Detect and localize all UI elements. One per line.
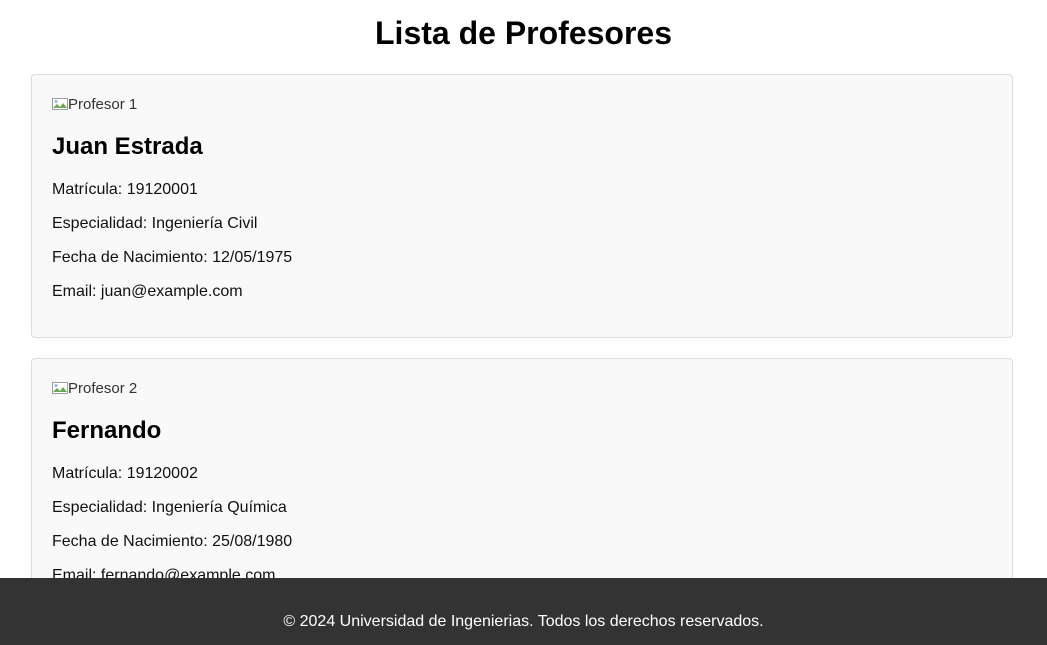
teacher-photo-alt: Profesor 2: [68, 380, 138, 396]
teacher-matricula: Matrícula: 19120001: [52, 181, 198, 198]
teacher-especialidad: Especialidad: Ingeniería Química: [52, 499, 287, 516]
broken-image-icon: [52, 98, 68, 110]
teacher-card: Profesor 1 Juan Estrada Matrícula: 19120…: [31, 74, 1013, 338]
footer-copyright: © 2024 Universidad de Ingenierias. Todos…: [283, 613, 764, 630]
teacher-photo: Profesor 2: [52, 380, 140, 396]
teacher-fecha-nacimiento: Fecha de Nacimiento: 12/05/1975: [52, 249, 293, 266]
teacher-photo-alt: Profesor 1: [68, 96, 138, 112]
page: Lista de Profesores Profesor 1 Juan Estr…: [0, 0, 1047, 645]
page-title: Lista de Profesores: [375, 15, 672, 51]
teacher-especialidad: Especialidad: Ingeniería Civil: [52, 215, 258, 232]
site-footer: © 2024 Universidad de Ingenierias. Todos…: [0, 578, 1047, 645]
broken-image-icon: [52, 382, 68, 394]
teacher-name: Fernando: [52, 417, 162, 444]
teacher-fecha-nacimiento: Fecha de Nacimiento: 25/08/1980: [52, 533, 293, 550]
teacher-matricula: Matrícula: 19120002: [52, 465, 198, 482]
teacher-email: Email: juan@example.com: [52, 283, 243, 300]
teacher-photo: Profesor 1: [52, 96, 140, 112]
teacher-name: Juan Estrada: [52, 133, 203, 160]
